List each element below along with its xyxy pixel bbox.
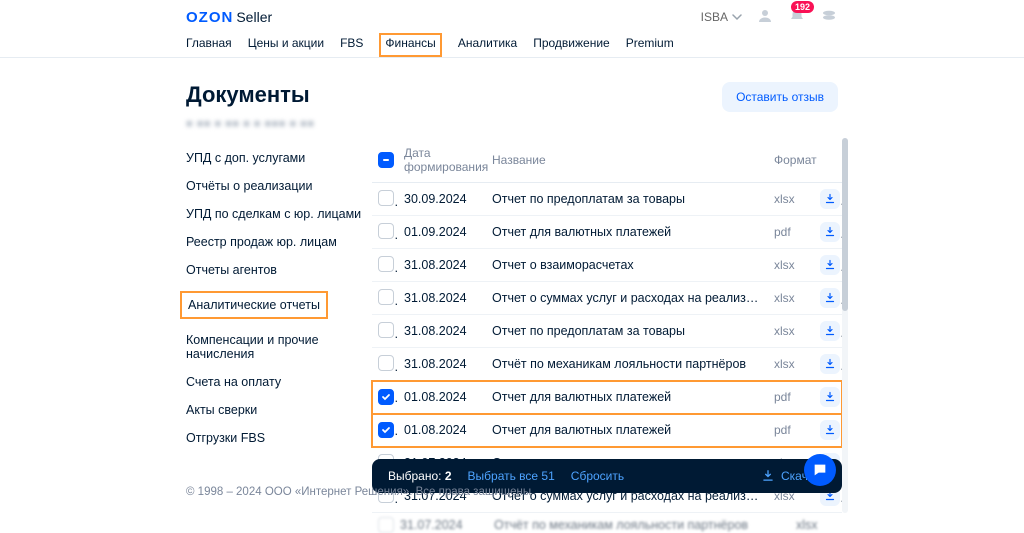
nav-item-3[interactable]: Финансы <box>379 33 441 57</box>
row-title: Отчет для валютных платежей <box>486 216 768 249</box>
sidebar-item-2[interactable]: УПД по сделкам с юр. лицами <box>186 200 362 228</box>
nav-item-6[interactable]: Premium <box>626 36 674 57</box>
select-all-checkbox[interactable] <box>378 152 394 168</box>
scrollbar-thumb[interactable] <box>842 138 848 311</box>
table-row: 31.08.2024Отчёт по механикам лояльности … <box>372 348 842 381</box>
row-format: xlsx <box>768 183 814 216</box>
row-title: Отчет для валютных платежей <box>486 381 768 414</box>
sidebar-item-4[interactable]: Отчеты агентов <box>186 256 362 284</box>
row-checkbox[interactable] <box>378 190 394 206</box>
sidebar-item-8[interactable]: Акты сверки <box>186 396 362 424</box>
apps-icon[interactable] <box>820 7 838 28</box>
row-date: 01.08.2024 <box>398 381 486 414</box>
row-format: pdf <box>768 216 814 249</box>
row-title: Отчет по предоплатам за товары <box>486 315 768 348</box>
row-date: 01.08.2024 <box>398 414 486 447</box>
selection-count: Выбрано: 2 <box>388 469 452 483</box>
scrollbar[interactable] <box>842 138 848 513</box>
chat-icon <box>812 462 828 478</box>
nav-item-0[interactable]: Главная <box>186 36 232 57</box>
row-title: Отчет о взаиморасчетах <box>486 249 768 282</box>
row-format: xlsx <box>768 282 814 315</box>
row-title: Отчет для валютных платежей <box>486 414 768 447</box>
row-format: xlsx <box>768 249 814 282</box>
table-row: 01.09.2024Отчет для валютных платежейpdf <box>372 216 842 249</box>
nav-item-4[interactable]: Аналитика <box>458 36 517 57</box>
sidebar-item-5[interactable]: Аналитические отчеты <box>186 284 362 326</box>
documents-table: Дата формирования Название Формат 30.09.… <box>372 138 842 513</box>
row-format: pdf <box>768 414 814 447</box>
chat-fab[interactable] <box>804 454 836 486</box>
row-checkbox[interactable] <box>378 389 394 405</box>
user-label: ISBA <box>701 10 728 24</box>
download-icon <box>761 469 775 483</box>
download-button[interactable] <box>820 255 840 275</box>
row-date: 31.08.2024 <box>398 249 486 282</box>
download-button[interactable] <box>820 222 840 242</box>
row-title: Отчет о суммах услуг и расходах на реали… <box>486 282 768 315</box>
sidebar-item-0[interactable]: УПД с доп. услугами <box>186 144 362 172</box>
sidebar-item-1[interactable]: Отчёты о реализации <box>186 172 362 200</box>
download-button[interactable] <box>820 189 840 209</box>
sidebar-item-9[interactable]: Отгрузки FBS <box>186 424 362 452</box>
logo-ozon: OZON <box>186 9 233 26</box>
col-title-header[interactable]: Название <box>486 138 768 183</box>
sidebar-item-3[interactable]: Реестр продаж юр. лицам <box>186 228 362 256</box>
table-row: 31.08.2024Отчет по предоплатам за товары… <box>372 315 842 348</box>
sidebar-item-7[interactable]: Счета на оплату <box>186 368 362 396</box>
page-title: Документы <box>186 82 310 108</box>
select-all-link[interactable]: Выбрать все 51 <box>468 469 555 483</box>
download-button[interactable] <box>820 288 840 308</box>
logo-seller: Seller <box>236 9 272 25</box>
table-row: 31.08.2024Отчет о взаиморасчетахxlsx <box>372 249 842 282</box>
download-button[interactable] <box>820 354 840 374</box>
col-date-header[interactable]: Дата формирования <box>398 138 486 183</box>
nav-item-5[interactable]: Продвижение <box>533 36 610 57</box>
main-nav: Главная Цены и акции FBS Финансы Аналитика Пр… <box>0 28 1024 58</box>
table-row: 31.08.2024Отчет о суммах услуг и расхода… <box>372 282 842 315</box>
profile-icon[interactable] <box>756 7 774 28</box>
reset-selection-link[interactable]: Сбросить <box>571 469 624 483</box>
table-row: 30.09.2024Отчет по предоплатам за товары… <box>372 183 842 216</box>
row-date: 31.08.2024 <box>398 315 486 348</box>
col-format-header[interactable]: Формат <box>768 138 814 183</box>
row-checkbox[interactable] <box>378 256 394 272</box>
row-checkbox[interactable] <box>378 422 394 438</box>
row-format: xlsx <box>768 315 814 348</box>
table-row: 01.08.2024Отчет для валютных платежейpdf <box>372 381 842 414</box>
user-menu[interactable]: ISBA <box>701 10 742 24</box>
partial-row: 31.07.2024 Отчёт по механикам лояльности… <box>372 513 848 533</box>
sidebar: УПД с доп. услугамиОтчёты о реализацииУП… <box>186 138 362 533</box>
notification-badge: 192 <box>791 1 814 13</box>
feedback-button[interactable]: Оставить отзыв <box>722 82 838 112</box>
chevron-down-icon <box>732 12 742 22</box>
logo[interactable]: OZON Seller <box>186 9 272 26</box>
nav-item-1[interactable]: Цены и акции <box>248 36 324 57</box>
row-date: 31.08.2024 <box>398 348 486 381</box>
row-format: pdf <box>768 381 814 414</box>
row-date: 01.09.2024 <box>398 216 486 249</box>
row-date: 30.09.2024 <box>398 183 486 216</box>
row-checkbox[interactable] <box>378 289 394 305</box>
download-button[interactable] <box>820 420 840 440</box>
row-checkbox[interactable] <box>378 322 394 338</box>
row-checkbox[interactable] <box>378 355 394 371</box>
row-format: xlsx <box>768 348 814 381</box>
row-date: 31.08.2024 <box>398 282 486 315</box>
row-title: Отчет по предоплатам за товары <box>486 183 768 216</box>
notifications-icon[interactable]: 192 <box>788 7 806 28</box>
row-title: Отчёт по механикам лояльности партнёров <box>486 348 768 381</box>
download-button[interactable] <box>820 387 840 407</box>
sidebar-item-6[interactable]: Компенсации и прочие начисления <box>186 326 362 368</box>
row-checkbox[interactable] <box>378 223 394 239</box>
breadcrumb-blurred: ■ ■■ ■ ■■ ■ ■ ■■■ ■ ■■ <box>0 116 1024 138</box>
nav-item-2[interactable]: FBS <box>340 36 363 57</box>
footer-text: © 1998 – 2024 ООО «Интернет Решения». Вс… <box>186 486 531 498</box>
table-row: 01.08.2024Отчет для валютных платежейpdf <box>372 414 842 447</box>
download-button[interactable] <box>820 321 840 341</box>
